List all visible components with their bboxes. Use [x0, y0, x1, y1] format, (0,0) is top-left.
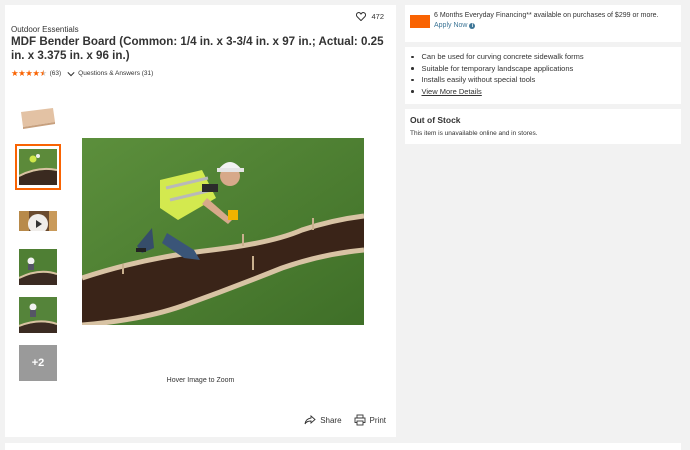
product-media-card: 472 Outdoor Essentials MDF Bender Board …: [5, 5, 396, 437]
brand-link[interactable]: Outdoor Essentials: [11, 25, 79, 34]
star-rating[interactable]: ★★★★★: [11, 68, 47, 79]
thumbnail-video[interactable]: [16, 197, 60, 241]
print-label: Print: [369, 415, 386, 425]
info-icon[interactable]: i: [469, 22, 476, 29]
review-count[interactable]: (63): [50, 70, 62, 77]
credit-card-logo: [410, 15, 430, 28]
product-title: MDF Bender Board (Common: 1/4 in. x 3-3/…: [11, 35, 384, 62]
play-icon: [28, 214, 48, 234]
share-print-actions: Share Print: [304, 414, 386, 426]
feature-item: Installs easily without special tools: [411, 74, 584, 86]
worker-thumbnail-image: [19, 249, 57, 285]
favorite-button[interactable]: 472: [356, 12, 384, 21]
thumbnail-board[interactable]: [16, 93, 60, 137]
product-info-column: 6 Months Everyday Financing** available …: [405, 5, 681, 144]
apply-now-link[interactable]: Apply Now i: [434, 22, 476, 29]
worker-thumbnail-image: [19, 149, 57, 185]
rating-row: ★★★★★ (63) Questions & Answers (31): [11, 68, 153, 79]
features-card: Can be used for curving concrete sidewal…: [405, 47, 681, 104]
feature-list: Can be used for curving concrete sidewal…: [411, 51, 584, 97]
favorites-count: 472: [371, 12, 384, 21]
stock-status: Out of Stock: [410, 115, 461, 125]
share-button[interactable]: Share: [304, 415, 342, 425]
financing-text: 6 Months Everyday Financing** available …: [434, 12, 659, 19]
qa-label: Questions & Answers (31): [78, 70, 154, 77]
apply-now-label: Apply Now: [434, 22, 468, 29]
stock-message: This item is unavailable online and in s…: [410, 130, 538, 137]
worker-installing-bender-board-image: [82, 138, 364, 325]
view-more-details-link[interactable]: View More Details: [411, 86, 584, 98]
worker-thumbnail-image: [19, 297, 57, 333]
more-images-overlay: +2: [19, 345, 57, 381]
heart-icon: [356, 12, 367, 21]
stock-card: Out of Stock This item is unavailable on…: [405, 109, 681, 144]
view-more-details-label: View More Details: [421, 86, 482, 96]
printer-icon: [354, 414, 365, 426]
share-label: Share: [320, 415, 342, 425]
thumbnail-worker-1[interactable]: [15, 144, 61, 190]
zoom-hint: Hover Image to Zoom: [166, 377, 235, 384]
qa-link[interactable]: Questions & Answers (31): [67, 70, 153, 77]
thumbnail-worker-3[interactable]: [16, 293, 60, 337]
thumbnail-worker-2[interactable]: [16, 245, 60, 289]
board-image: [21, 108, 55, 129]
print-button[interactable]: Print: [354, 414, 386, 426]
main-product-image[interactable]: [82, 138, 364, 325]
feature-item: Suitable for temporary landscape applica…: [411, 63, 584, 75]
more-images-count: +2: [31, 357, 45, 369]
chevron-down-icon: [67, 71, 75, 76]
next-section-card: [5, 443, 681, 450]
feature-item: Can be used for curving concrete sidewal…: [411, 51, 584, 63]
share-icon: [304, 415, 316, 425]
financing-card: 6 Months Everyday Financing** available …: [405, 5, 681, 42]
